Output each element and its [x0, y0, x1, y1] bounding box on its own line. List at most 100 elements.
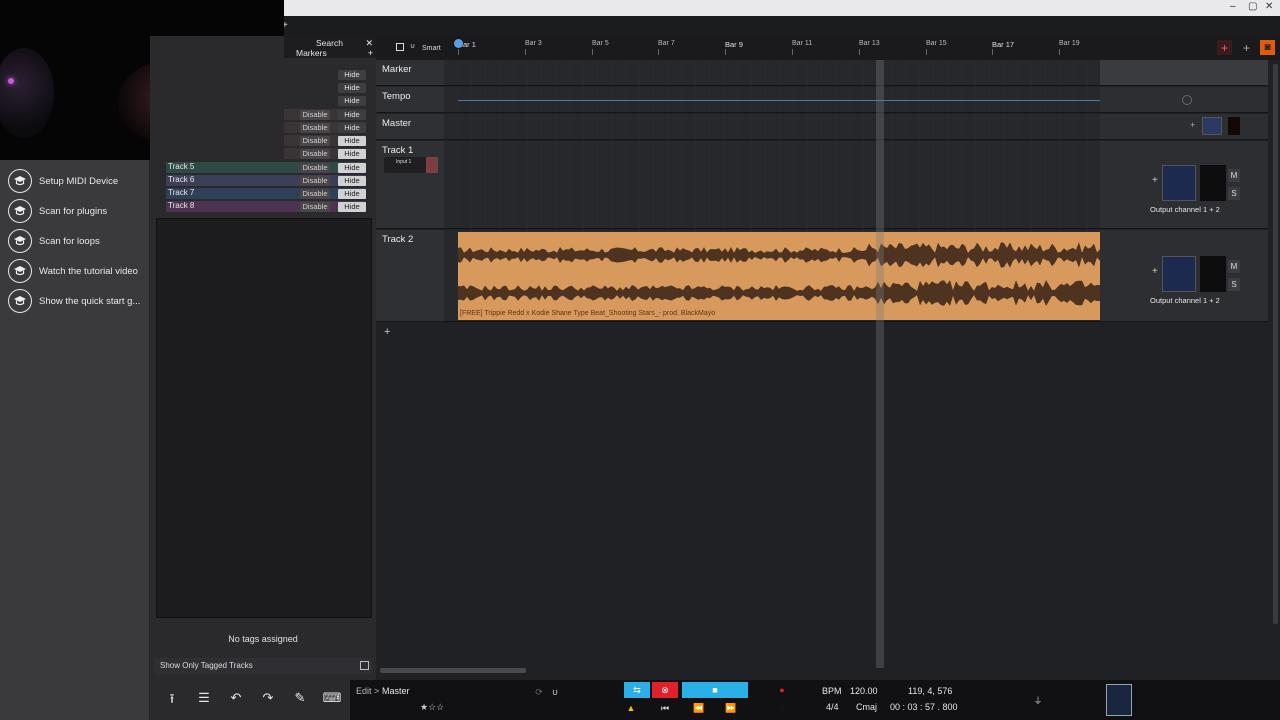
playhead-line — [876, 60, 884, 668]
mixer-thumbnail[interactable] — [1106, 684, 1132, 716]
keyboard-icon[interactable]: ⌨ — [322, 690, 342, 708]
show-tagged-checkbox[interactable] — [360, 661, 369, 670]
hide-button[interactable]: Hide — [338, 189, 366, 199]
fast-forward-icon[interactable]: ⏩ — [718, 700, 744, 716]
metronome-icon[interactable]: ∪ — [548, 684, 562, 700]
plus-icon[interactable]: + — [1239, 40, 1254, 55]
mute-button[interactable]: M — [1228, 260, 1240, 273]
tempo-lane: Tempo — [376, 87, 1268, 113]
plus-icon[interactable]: + — [1190, 120, 1195, 130]
tutorial-video-item[interactable]: Watch the tutorial video — [8, 258, 150, 284]
record-arm-icon[interactable] — [426, 157, 438, 173]
edit-label[interactable]: Edit — [356, 686, 372, 696]
hide-button[interactable]: Hide — [338, 83, 366, 93]
record-mode-icon[interactable]: ⊗ — [652, 682, 678, 698]
lane-header: Track 1 Input 1 — [376, 141, 444, 228]
track-row: Disable Hide — [284, 148, 366, 159]
record-button[interactable]: ● — [770, 682, 794, 698]
plugin-icon[interactable]: ⏚ — [1030, 692, 1046, 708]
markers-label[interactable]: Markers — [296, 48, 327, 58]
position-display[interactable]: 119, 4, 576 — [908, 686, 952, 696]
disable-button[interactable]: Disable — [300, 110, 330, 120]
snap-mode[interactable]: Smart — [422, 45, 441, 52]
timeline-ruler[interactable]: Bar 1 Bar 3 Bar 5 Bar 7 Bar 9 Bar 11 Bar… — [458, 40, 1098, 56]
time-signature[interactable]: 4/4 — [826, 702, 839, 712]
bpm-label: BPM — [822, 686, 842, 696]
quick-start-item[interactable]: Show the quick start g... — [8, 288, 150, 314]
disable-button[interactable]: Disable — [300, 202, 330, 212]
hide-button[interactable]: Hide — [338, 70, 366, 80]
hide-button[interactable]: Hide — [338, 123, 366, 133]
solo-button[interactable]: S — [1228, 187, 1240, 200]
play-mode-icon[interactable]: ⇆ — [624, 682, 650, 698]
wrench-icon[interactable]: ✎ — [290, 690, 310, 708]
disable-button[interactable]: Disable — [300, 163, 330, 173]
undo-icon[interactable]: ↶ — [226, 690, 246, 708]
disable-button[interactable]: Disable — [300, 136, 330, 146]
output-label[interactable]: Output channel 1 + 2 — [1150, 205, 1220, 214]
vertical-scrollbar[interactable] — [1273, 64, 1278, 624]
hide-button[interactable]: Hide — [338, 176, 366, 186]
disable-button[interactable]: Disable — [300, 176, 330, 186]
close-icon[interactable]: ✕ — [1265, 1, 1273, 12]
hide-button[interactable]: Hide — [338, 136, 366, 146]
mute-button[interactable]: M — [1228, 169, 1240, 182]
knob-icon[interactable] — [1182, 95, 1192, 105]
hide-button[interactable]: Hide — [338, 202, 366, 212]
track-fader[interactable] — [1162, 165, 1196, 201]
headphones-icon[interactable]: ◙ — [1260, 40, 1275, 55]
setup-midi-device-item[interactable]: Setup MIDI Device — [8, 168, 150, 194]
key-display[interactable]: Cmaj — [856, 702, 877, 712]
hide-button[interactable]: Hide — [338, 96, 366, 106]
add-track-icon[interactable]: + — [1217, 40, 1232, 55]
track-row[interactable]: Track 8 Disable Hide — [166, 201, 366, 212]
output-label[interactable]: Output channel 1 + 2 — [1150, 296, 1220, 305]
time-display[interactable]: 00 : 03 : 57 . 800 — [890, 702, 958, 712]
plus-icon[interactable]: + — [1152, 175, 1158, 186]
disable-button[interactable]: Disable — [300, 189, 330, 199]
window-icon[interactable] — [396, 43, 404, 51]
redo-icon[interactable]: ↷ — [258, 690, 278, 708]
input-selector[interactable]: Input 1 — [384, 157, 426, 173]
item-label: Scan for plugins — [39, 205, 108, 217]
track-row[interactable]: Track 6 Disable Hide — [166, 175, 366, 186]
maximize-icon[interactable]: ▢ — [1248, 1, 1257, 12]
horizontal-scrollbar[interactable] — [380, 668, 526, 673]
lane-end: + M S Output channel 1 + 2 — [1100, 230, 1268, 321]
menu-icon[interactable]: ☰ — [194, 690, 214, 708]
scan-loops-item[interactable]: Scan for loops — [8, 228, 150, 254]
context-label[interactable]: Master — [382, 686, 410, 696]
track-row[interactable]: Track 5 Disable Hide — [166, 162, 366, 173]
add-icon[interactable]: + — [368, 48, 373, 58]
minimize-icon[interactable]: – — [1230, 1, 1236, 12]
audio-clip[interactable]: [FREE] Trippie Redd x Kodie Shane Type B… — [458, 232, 1100, 320]
add-track-button[interactable]: + — [384, 326, 390, 338]
search-label[interactable]: Search — [316, 38, 343, 48]
hide-button[interactable]: Hide — [338, 163, 366, 173]
disable-button[interactable]: Disable — [300, 123, 330, 133]
skip-start-icon[interactable]: ⏮ — [652, 700, 678, 716]
playhead-handle[interactable] — [454, 39, 463, 48]
hide-button[interactable]: Hide — [338, 110, 366, 120]
stop-button[interactable]: ■ — [682, 682, 748, 698]
punch-icon[interactable]: ◌ — [770, 700, 794, 716]
magnet-icon[interactable]: ∪ — [410, 42, 415, 50]
item-label: Watch the tutorial video — [39, 265, 138, 277]
rewind-icon[interactable]: ⏪ — [686, 700, 712, 716]
disable-button[interactable]: Disable — [300, 149, 330, 159]
loop-icon[interactable]: ⟳ — [532, 684, 546, 700]
master-fader[interactable] — [1202, 117, 1222, 135]
lane-end: + — [1100, 114, 1268, 139]
upload-icon[interactable]: ⭱ — [162, 690, 182, 708]
solo-button[interactable]: S — [1228, 278, 1240, 291]
show-tagged-toggle[interactable]: Show Only Tagged Tracks — [154, 658, 372, 674]
star-icon[interactable]: ★☆☆ — [420, 702, 444, 713]
hide-button[interactable]: Hide — [338, 149, 366, 159]
track-row[interactable]: Track 7 Disable Hide — [166, 188, 366, 199]
scan-plugins-item[interactable]: Scan for plugins — [8, 198, 150, 224]
track-fader[interactable] — [1162, 256, 1196, 292]
bpm-value[interactable]: 120.00 — [850, 686, 878, 696]
track-row: Hide — [284, 95, 366, 106]
plus-icon[interactable]: + — [1152, 266, 1158, 277]
lane-title: Master — [382, 118, 412, 129]
